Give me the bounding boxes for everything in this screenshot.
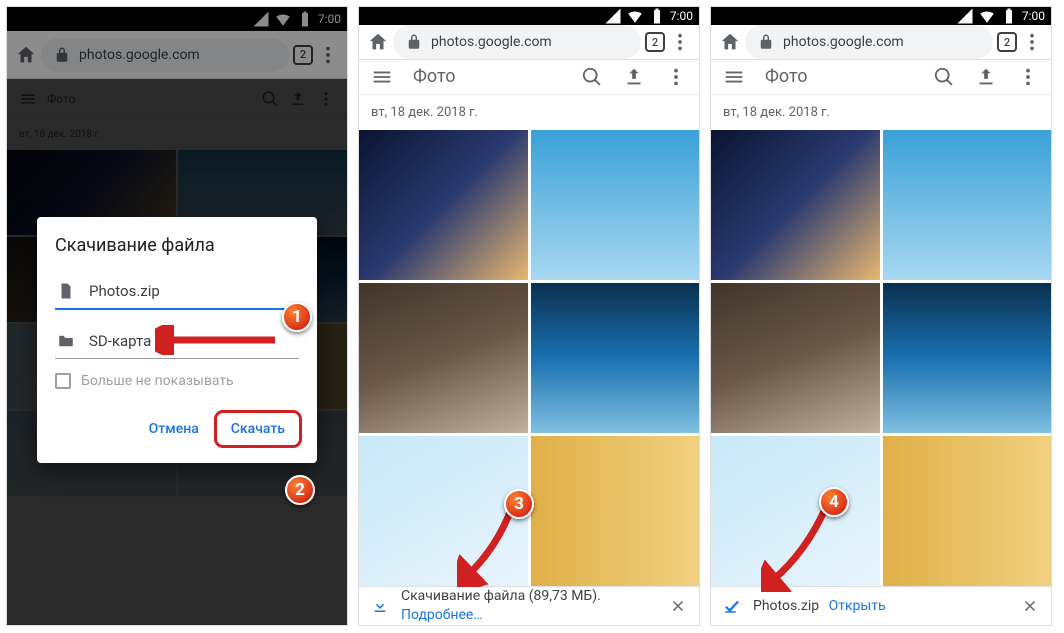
search-icon[interactable] <box>933 66 955 88</box>
photo-tile[interactable] <box>531 130 700 280</box>
home-icon[interactable] <box>367 31 389 53</box>
photo-tile[interactable] <box>711 283 880 433</box>
wifi-icon <box>626 7 644 25</box>
battery-icon <box>1000 7 1018 25</box>
download-progress-bar: Скачивание файла (89,73 МБ). Подробнее… <box>359 586 699 625</box>
phone-screenshot-3: 7:00 photos.google.com 2 Фото вт, 18 дек… <box>710 6 1052 626</box>
more-link[interactable]: Подробнее… <box>401 607 483 623</box>
photo-tile[interactable] <box>883 436 1052 586</box>
photo-tile[interactable] <box>531 436 700 586</box>
tab-switcher[interactable]: 2 <box>645 32 665 52</box>
upload-icon[interactable] <box>623 66 645 88</box>
done-filename: Photos.zip <box>753 598 819 614</box>
photo-tile[interactable] <box>711 130 880 280</box>
status-bar: 7:00 <box>359 7 699 25</box>
checkbox-icon[interactable] <box>55 373 71 389</box>
lock-icon <box>757 33 775 51</box>
wifi-icon <box>978 7 996 25</box>
lock-icon <box>405 33 423 51</box>
photo-tile[interactable] <box>711 436 880 586</box>
photo-tile[interactable] <box>883 130 1052 280</box>
clock: 7:00 <box>1022 9 1045 23</box>
address-bar[interactable]: photos.google.com <box>393 25 641 59</box>
step-badge-3: 3 <box>504 489 534 519</box>
folder-icon <box>57 332 75 350</box>
browser-toolbar: photos.google.com 2 <box>359 25 699 60</box>
search-icon[interactable] <box>581 66 603 88</box>
overflow-menu-icon[interactable] <box>669 31 691 53</box>
hamburger-icon[interactable] <box>723 66 745 88</box>
download-complete-bar: Photos.zip Открыть <box>711 586 1051 625</box>
phone-screenshot-1: 7:00 photos.google.com 2 Фото вт, 18 дек… <box>6 6 348 626</box>
url-text: photos.google.com <box>783 34 904 50</box>
app-title: Фото <box>765 66 808 87</box>
overflow-menu-icon[interactable] <box>1021 31 1043 53</box>
cancel-button[interactable]: Отмена <box>135 413 213 445</box>
home-icon[interactable] <box>719 31 741 53</box>
date-header: вт, 18 дек. 2018 г. <box>359 95 699 130</box>
photo-grid[interactable] <box>359 130 699 586</box>
url-text: photos.google.com <box>431 34 552 50</box>
location-text: SD-карта <box>89 332 151 350</box>
dont-show-label: Больше не показывать <box>81 373 234 389</box>
overflow-icon[interactable] <box>665 66 687 88</box>
step-badge-4: 4 <box>819 487 849 517</box>
app-toolbar: Фото <box>711 60 1051 95</box>
download-button[interactable]: Скачать <box>217 413 299 445</box>
download-dialog: Скачивание файла Photos.zip SD-карта Бол… <box>37 217 317 463</box>
dialog-title: Скачивание файла <box>55 235 299 256</box>
photo-grid[interactable] <box>711 130 1051 586</box>
photo-tile[interactable] <box>531 283 700 433</box>
clock: 7:00 <box>670 9 693 23</box>
status-bar: 7:00 <box>711 7 1051 25</box>
progress-text: Скачивание файла (89,73 МБ). <box>401 588 601 604</box>
dont-show-again[interactable]: Больше не показывать <box>55 373 299 389</box>
upload-icon[interactable] <box>975 66 997 88</box>
date-header: вт, 18 дек. 2018 г. <box>711 95 1051 130</box>
battery-icon <box>648 7 666 25</box>
photo-tile[interactable] <box>359 283 528 433</box>
file-icon <box>57 282 75 300</box>
tab-switcher[interactable]: 2 <box>997 32 1017 52</box>
signal-icon <box>604 7 622 25</box>
step-badge-1: 1 <box>282 302 312 332</box>
photo-tile[interactable] <box>359 130 528 280</box>
phone-screenshot-2: 7:00 photos.google.com 2 Фото вт, 18 дек… <box>358 6 700 626</box>
open-link[interactable]: Открыть <box>829 598 886 614</box>
address-bar[interactable]: photos.google.com <box>745 25 993 59</box>
app-toolbar: Фото <box>359 60 699 95</box>
photo-tile[interactable] <box>359 436 528 586</box>
photo-tile[interactable] <box>883 283 1052 433</box>
overflow-icon[interactable] <box>1017 66 1039 88</box>
hamburger-icon[interactable] <box>371 66 393 88</box>
filename-field[interactable]: Photos.zip <box>55 274 299 310</box>
filename-text: Photos.zip <box>89 282 160 300</box>
app-title: Фото <box>413 66 456 87</box>
close-icon[interactable] <box>1021 597 1039 615</box>
location-field[interactable]: SD-карта <box>55 324 299 359</box>
browser-toolbar: photos.google.com 2 <box>711 25 1051 60</box>
close-icon[interactable] <box>669 597 687 615</box>
download-icon <box>371 597 389 615</box>
step-badge-2: 2 <box>285 475 315 505</box>
check-icon <box>723 597 741 615</box>
signal-icon <box>956 7 974 25</box>
